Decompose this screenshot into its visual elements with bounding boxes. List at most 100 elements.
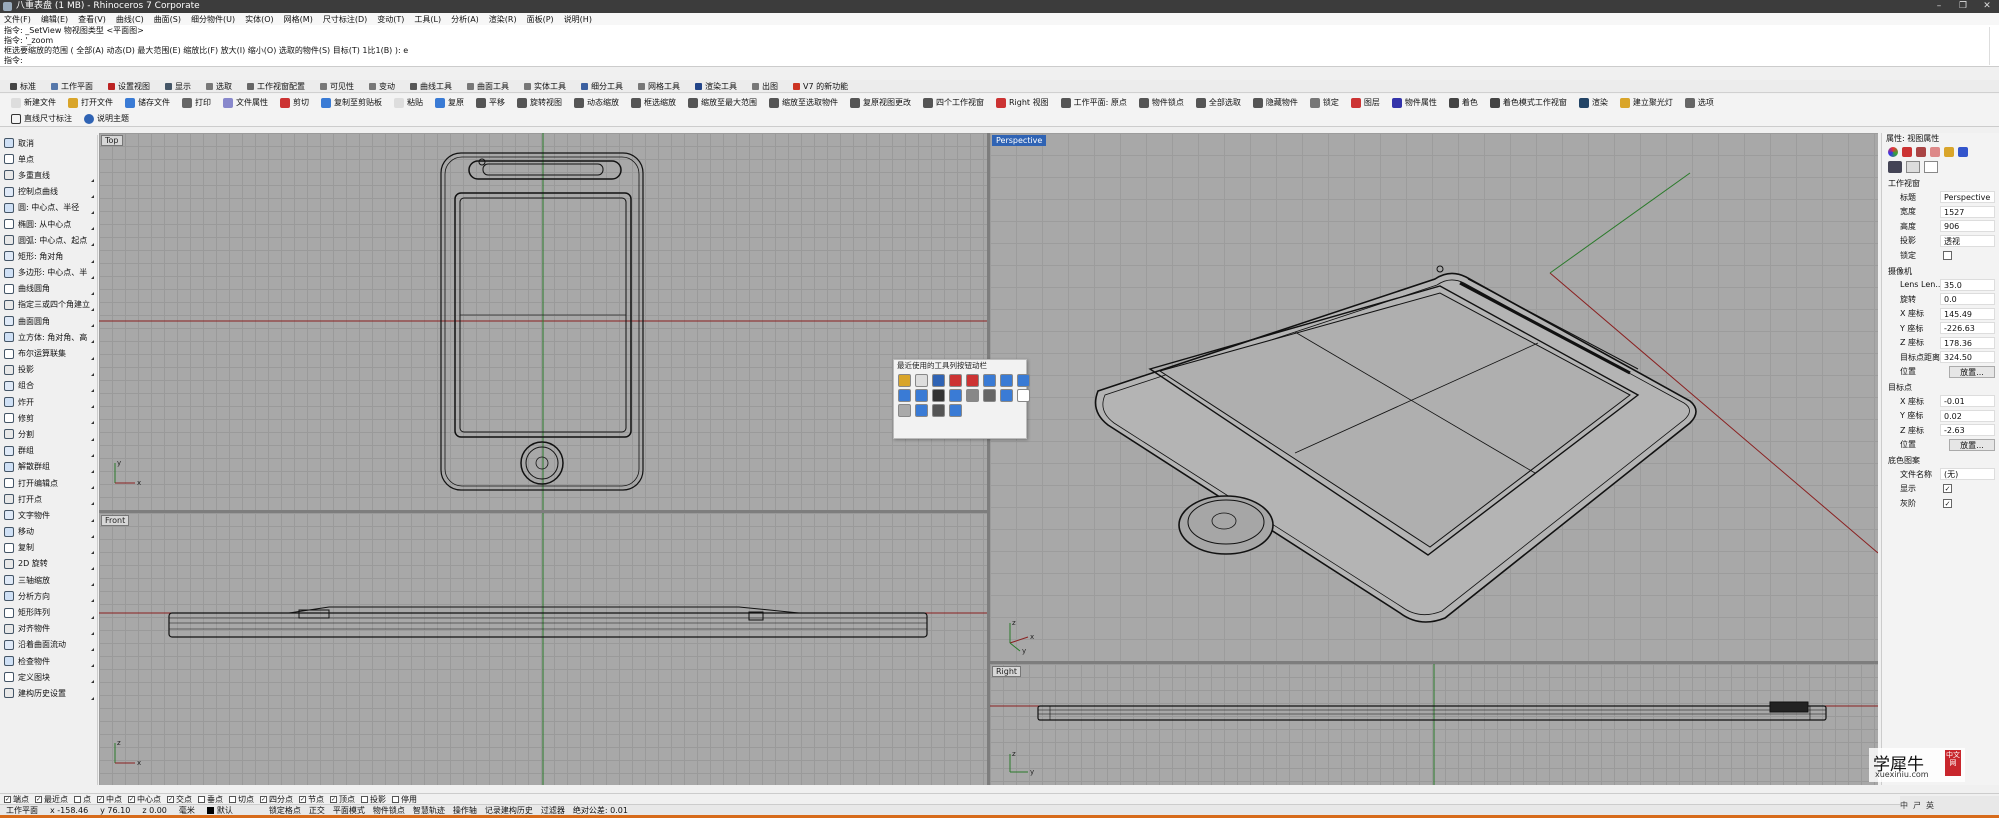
sidebar-tool[interactable]: 定义图块 — [0, 669, 97, 685]
osnap-toggle[interactable]: ✓ 交点 — [167, 794, 192, 805]
viewport-right[interactable]: Right z y — [990, 664, 1878, 785]
toolbar-button[interactable]: 旋转视图 — [512, 95, 567, 110]
osnap-toggle[interactable]: 投影 — [361, 794, 386, 805]
sidebar-tool[interactable]: 分割 — [0, 426, 97, 442]
viewport-front[interactable]: Front z x — [99, 513, 987, 785]
menu-item[interactable]: 曲面(S) — [154, 14, 181, 25]
toolbar-button[interactable]: 动态缩放 — [569, 95, 624, 110]
sidebar-tool[interactable]: 布尔运算联集 — [0, 345, 97, 361]
osnap-toggle[interactable]: ✓ 最近点 — [35, 794, 68, 805]
sidebar-tool[interactable]: 建构历史设置 — [0, 685, 97, 701]
osnap-checkbox[interactable] — [74, 795, 81, 803]
sidebar-tool[interactable]: 圆弧: 中心点、起点 — [0, 232, 97, 248]
toolbar-button[interactable]: 图层 — [1346, 95, 1385, 110]
sidebar-tool[interactable]: 群组 — [0, 443, 97, 459]
toolbar-button[interactable]: 文件属性 — [218, 95, 273, 110]
toolbar-button[interactable]: 储存文件 — [120, 95, 175, 110]
osnap-toggle[interactable]: ✓ 顶点 — [330, 794, 355, 805]
toolbar-button[interactable]: 建立聚光灯 — [1615, 95, 1678, 110]
toolbar-button[interactable]: 平移 — [471, 95, 510, 110]
osnap-checkbox[interactable]: ✓ — [260, 795, 267, 803]
sidebar-tool[interactable]: 文字物件 — [0, 507, 97, 523]
sidebar-tool[interactable]: 曲面圆角 — [0, 313, 97, 329]
osnap-checkbox[interactable] — [361, 795, 368, 803]
recent-tool-icon[interactable] — [932, 389, 945, 402]
recent-tool-icon[interactable] — [915, 389, 928, 402]
toolbar-button[interactable]: 隐藏物件 — [1248, 95, 1303, 110]
tray-item[interactable]: 中 — [1900, 800, 1908, 811]
prop-filename-field[interactable]: (无) — [1940, 468, 1995, 481]
toolbar-button[interactable]: 着色 — [1444, 95, 1483, 110]
recent-tool-icon[interactable] — [915, 374, 928, 387]
sidebar-tool[interactable]: 复制 — [0, 540, 97, 556]
status-toggle[interactable]: 记录建构历史 — [485, 805, 533, 816]
prop-lens-field[interactable]: 35.0 — [1940, 278, 1995, 291]
sidebar-tool[interactable]: 打开点 — [0, 491, 97, 507]
toolbar-button[interactable]: Right 视图 — [991, 95, 1054, 110]
menu-item[interactable]: 细分物件(U) — [191, 14, 235, 25]
osnap-checkbox[interactable]: ✓ — [97, 795, 104, 803]
status-layer[interactable]: 默认 — [201, 805, 239, 816]
sidebar-tool[interactable]: 2D 旋转 — [0, 556, 97, 572]
toolbar-tab[interactable]: 可见性 — [314, 80, 360, 92]
osnap-toggle[interactable]: 停用 — [392, 794, 417, 805]
sidebar-tool[interactable]: 取消 — [0, 135, 97, 151]
texture-icon[interactable] — [1916, 147, 1926, 157]
sidebar-tool[interactable]: 组合 — [0, 378, 97, 394]
recent-tool-icon[interactable] — [966, 389, 979, 402]
sidebar-tool[interactable]: 立方体: 角对角、高 — [0, 329, 97, 345]
camera-icon[interactable] — [1888, 161, 1902, 173]
toolbar-tab[interactable]: 曲线工具 — [404, 80, 458, 92]
recent-tool-icon[interactable] — [932, 374, 945, 387]
recent-tool-icon[interactable] — [949, 389, 962, 402]
camera-place-button[interactable]: 放置... — [1949, 365, 1995, 378]
toolbar-button[interactable]: 框选缩放 — [626, 95, 681, 110]
target-place-button[interactable]: 放置... — [1949, 438, 1995, 451]
toolbar-tab[interactable]: 实体工具 — [518, 80, 572, 92]
status-toggle[interactable]: 平面模式 — [333, 805, 365, 816]
recent-tool-icon[interactable] — [1017, 389, 1030, 402]
prop-target-distance-field[interactable]: 324.50 — [1940, 351, 1995, 364]
prop-cam-x-field[interactable]: 145.49 — [1940, 307, 1995, 320]
toolbar-button[interactable]: 剪切 — [275, 95, 314, 110]
recent-tool-icon[interactable] — [898, 389, 911, 402]
sidebar-tool[interactable]: 矩形阵列 — [0, 604, 97, 620]
osnap-toggle[interactable]: 切点 — [229, 794, 254, 805]
prop-tgt-z-field[interactable]: -2.63 — [1940, 424, 1995, 437]
viewport-perspective[interactable]: Perspective z x y — [990, 133, 1878, 661]
osnap-checkbox[interactable]: ✓ — [167, 795, 174, 803]
prop-locked-checkbox[interactable] — [1943, 250, 1952, 260]
osnap-checkbox[interactable] — [229, 795, 236, 803]
osnap-checkbox[interactable]: ✓ — [128, 795, 135, 803]
minimize-button[interactable]: – — [1927, 0, 1951, 13]
osnap-checkbox[interactable]: ✓ — [330, 795, 337, 803]
osnap-toggle[interactable]: ✓ 四分点 — [260, 794, 293, 805]
color-icon[interactable] — [1888, 147, 1898, 157]
menu-item[interactable]: 查看(V) — [78, 14, 106, 25]
toolbar-button[interactable]: 四个工作视窗 — [918, 95, 989, 110]
toolbar-tab[interactable]: V7 的新功能 — [787, 80, 854, 92]
prop-cam-z-field[interactable]: 178.36 — [1940, 336, 1995, 349]
recent-tool-icon[interactable] — [949, 374, 962, 387]
toolbar-button[interactable]: 复制至剪贴板 — [316, 95, 387, 110]
osnap-checkbox[interactable]: ✓ — [35, 795, 42, 803]
toolbar-button[interactable]: 物件锁点 — [1134, 95, 1189, 110]
toolbar-tab[interactable]: 渲染工具 — [689, 80, 743, 92]
menu-item[interactable]: 编辑(E) — [41, 14, 68, 25]
prop-title-field[interactable]: Perspective — [1940, 191, 1995, 204]
prop-height-field[interactable]: 906 — [1940, 220, 1995, 233]
toolbar-tab[interactable]: 显示 — [159, 80, 197, 92]
toolbar-button[interactable]: 工作平面: 原点 — [1056, 95, 1132, 110]
sidebar-tool[interactable]: 控制点曲线 — [0, 184, 97, 200]
sidebar-tool[interactable]: 解散群组 — [0, 459, 97, 475]
toolbar-button[interactable]: 缩放至选取物件 — [764, 95, 843, 110]
menu-item[interactable]: 分析(A) — [451, 14, 479, 25]
prop-tgt-x-field[interactable]: -0.01 — [1940, 395, 1995, 408]
recent-tool-icon[interactable] — [949, 404, 962, 417]
menu-item[interactable]: 说明(H) — [564, 14, 592, 25]
prop-projection-select[interactable]: 透视 — [1940, 234, 1995, 247]
viewport-label-right[interactable]: Right — [992, 666, 1022, 677]
menu-item[interactable]: 工具(L) — [414, 14, 441, 25]
viewport-label-perspective[interactable]: Perspective — [992, 135, 1047, 146]
toolbar-button[interactable]: 物件属性 — [1387, 95, 1442, 110]
